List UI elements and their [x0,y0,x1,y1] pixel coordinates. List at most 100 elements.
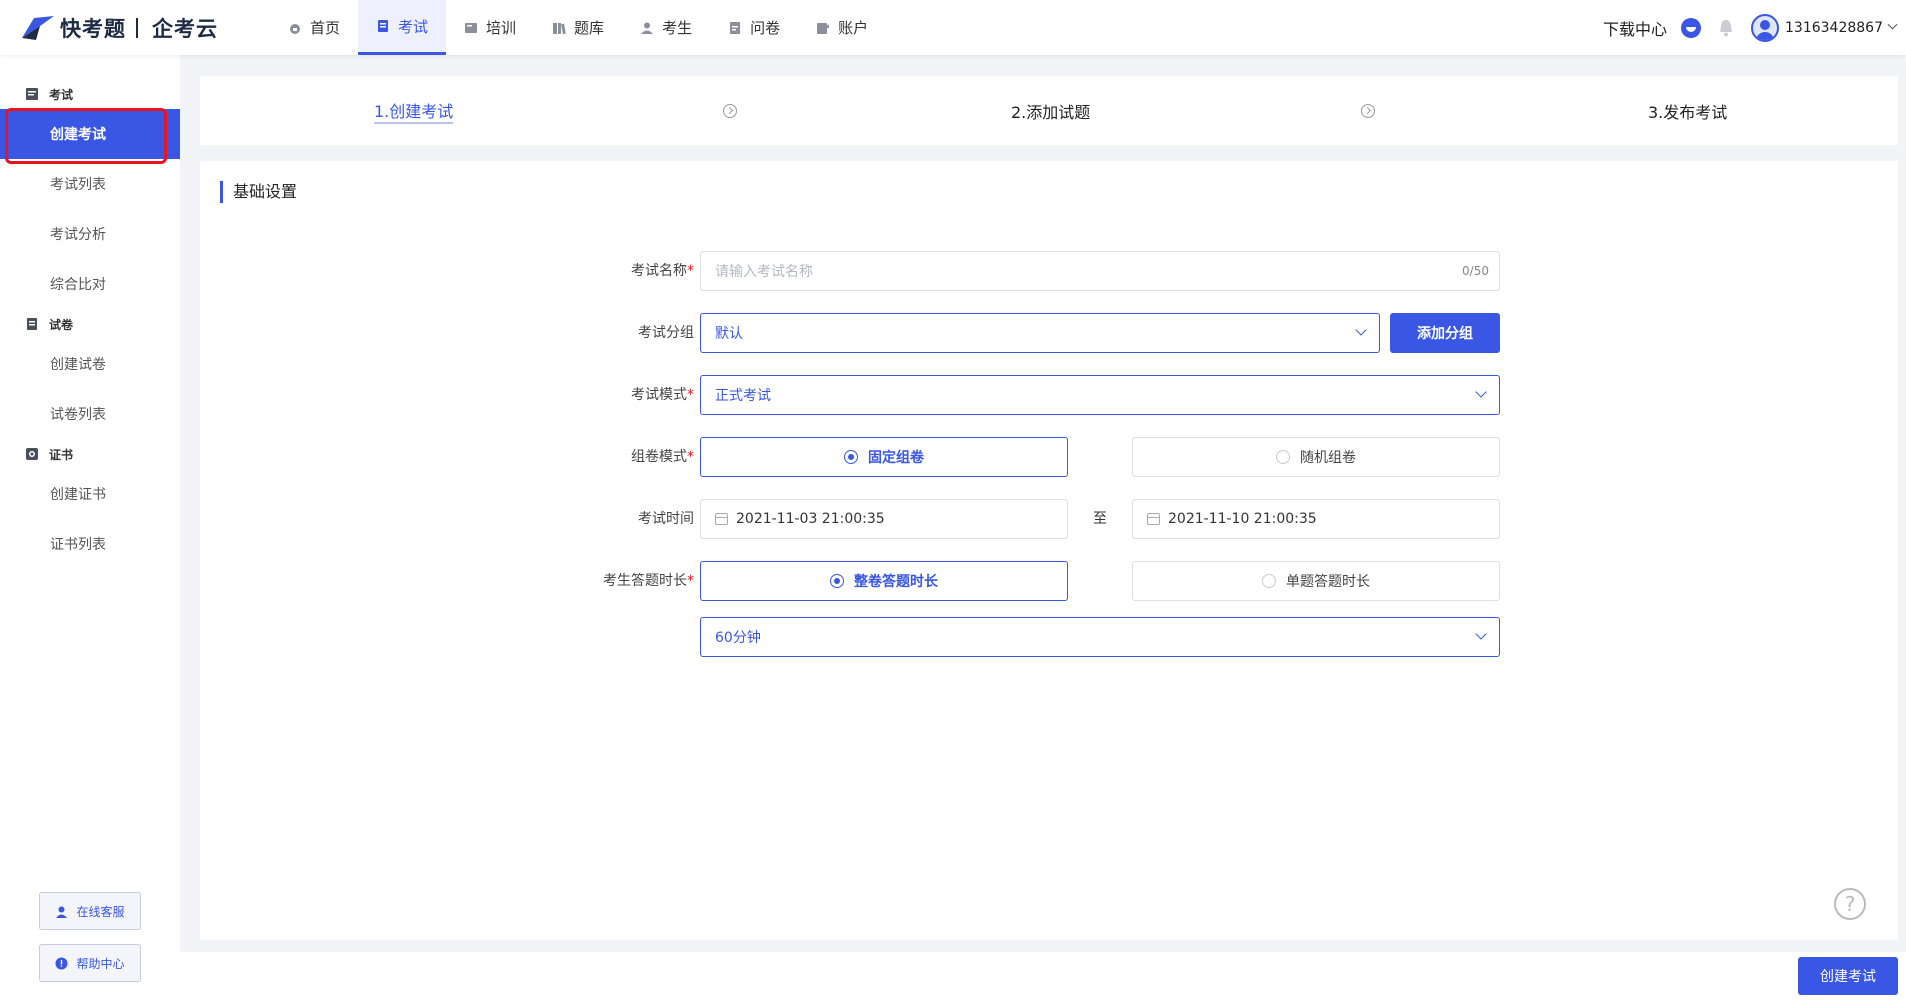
calendar-icon [1147,513,1160,525]
radio-checked-icon [830,574,844,588]
sidebar-item-create-paper[interactable]: 创建试卷 [0,339,180,389]
sidebar-item-comparison[interactable]: 综合比对 [0,259,180,309]
progress-steps: 1.创建考试 2.添加试题 3.发布考试 [200,76,1898,145]
account-icon [817,22,830,34]
single-duration-option[interactable]: 单题答题时长 [1132,561,1500,601]
radio-unchecked-icon [1276,450,1290,464]
sidebar-item-paper-list[interactable]: 试卷列表 [0,389,180,439]
arrow-right-icon [723,104,737,118]
create-exam-button[interactable]: 创建考试 [1798,957,1898,995]
sidebar-group-paper: 试卷 [0,309,180,339]
exam-mode-select[interactable]: 正式考试 [700,375,1500,415]
online-service-button[interactable]: 在线客服 [39,892,141,930]
nav-account[interactable]: 账户 [798,0,886,55]
chevron-down-icon [1475,386,1487,398]
question-icon [55,957,68,969]
char-counter: 0/50 [1462,264,1489,278]
exam-name-label-text: 考试名称 [631,263,687,279]
whole-duration-label: 整卷答题时长 [854,574,938,590]
compose-mode-label-text: 组卷模式 [631,449,687,465]
step-create-exam[interactable]: 1.创建考试 [374,76,454,145]
nav-examinee[interactable]: 考生 [622,0,710,55]
home-icon [290,23,300,34]
brand-separator [136,18,138,38]
help-center-label: 帮助中心 [76,956,125,971]
time-range-separator: 至 [1093,511,1107,527]
exam-group-label: 考试分组 [638,325,694,341]
nav-exam[interactable]: 考试 [358,0,447,55]
exam-name-placeholder: 请输入考试名称 [715,264,813,280]
exam-mode-label: 考试模式* [631,387,694,403]
brand-logo[interactable]: 快考题 企考云 [20,11,218,45]
whole-duration-option[interactable]: 整卷答题时长 [700,561,1068,601]
exam-group-select[interactable]: 默认 [700,313,1380,353]
training-icon [465,22,478,33]
chevron-down-icon [1355,324,1367,336]
start-time-value: 2021-11-03 21:00:35 [736,511,885,527]
radio-unchecked-icon [1262,574,1276,588]
start-time-input[interactable]: 2021-11-03 21:00:35 [700,499,1068,539]
section-title: 基础设置 [220,181,297,203]
service-icon [56,906,68,918]
download-center-link[interactable]: 下载中心 [1603,16,1667,40]
help-center-button[interactable]: 帮助中心 [39,944,141,982]
user-phone[interactable]: 13163428867 [1785,20,1883,36]
paper-group-icon [27,318,37,330]
sidebar-group-label: 试卷 [49,317,74,332]
step-label: 3.发布考试 [1648,102,1728,122]
exam-time-label: 考试时间 [638,511,694,527]
sidebar-item-exam-list[interactable]: 考试列表 [0,159,180,209]
exam-group-icon [26,88,38,100]
exam-name-input[interactable]: 请输入考试名称 0/50 [700,251,1500,291]
help-icon[interactable]: ? [1834,888,1866,920]
logo-icon [22,16,54,40]
avatar[interactable] [1751,13,1780,42]
end-time-value: 2021-11-10 21:00:35 [1168,511,1317,527]
add-group-button[interactable]: 添加分组 [1390,313,1500,353]
sidebar-item-exam-analysis[interactable]: 考试分析 [0,209,180,259]
sidebar-item-create-certificate[interactable]: 创建证书 [0,469,180,519]
sidebar-group-certificate: 证书 [0,439,180,469]
fixed-compose-label: 固定组卷 [868,450,924,466]
nav-home[interactable]: 首页 [270,0,358,55]
brand-name-2: 企考云 [152,17,218,41]
sidebar-group-label: 证书 [49,447,74,462]
nav-training[interactable]: 培训 [446,0,534,55]
sidebar-item-certificate-list[interactable]: 证书列表 [0,519,180,569]
compose-mode-label: 组卷模式* [631,449,694,465]
message-icon[interactable] [1681,17,1702,38]
sidebar-group-label: 考试 [49,87,74,102]
nav-survey[interactable]: 问卷 [710,0,798,55]
nav-question-bank-label: 题库 [574,19,605,37]
nav-exam-label: 考试 [398,17,429,36]
sidebar-item-create-exam[interactable]: 创建考试 [0,109,180,159]
survey-icon [730,21,741,34]
sidebar-group-exam: 考试 [0,79,180,109]
bottom-action-bar: 创建考试 [180,952,1906,1000]
question-bank-icon [553,22,566,34]
chevron-down-icon[interactable] [1887,19,1898,30]
exam-name-label: 考试名称* [631,263,694,279]
random-compose-option[interactable]: 随机组卷 [1132,437,1500,477]
nav-examinee-label: 考生 [662,19,693,37]
fixed-compose-option[interactable]: 固定组卷 [700,437,1068,477]
online-service-label: 在线客服 [76,904,125,919]
user-icon [641,22,654,34]
top-right-area: 下载中心 13163428867 [1603,0,1898,55]
bell-icon[interactable] [1717,18,1735,38]
random-compose-label: 随机组卷 [1300,450,1356,466]
duration-select[interactable]: 60分钟 [700,617,1500,657]
sidebar: 考试 创建考试 考试列表 考试分析 综合比对 试卷 创建试卷 试卷列表 证书 创… [0,55,180,1000]
nav-home-label: 首页 [310,19,341,37]
step-add-questions[interactable]: 2.添加试题 [1011,76,1090,145]
step-publish-exam[interactable]: 3.发布考试 [1648,76,1727,145]
exam-mode-value: 正式考试 [715,388,771,404]
chevron-down-icon [1475,628,1487,640]
nav-question-bank[interactable]: 题库 [534,0,622,55]
arrow-right-icon [1361,104,1375,118]
certificate-group-icon [26,448,38,460]
nav-account-label: 账户 [838,19,869,37]
main-nav: 首页 考试 培训 题库 考生 问卷 账户 [270,0,886,55]
end-time-input[interactable]: 2021-11-10 21:00:35 [1132,499,1500,539]
